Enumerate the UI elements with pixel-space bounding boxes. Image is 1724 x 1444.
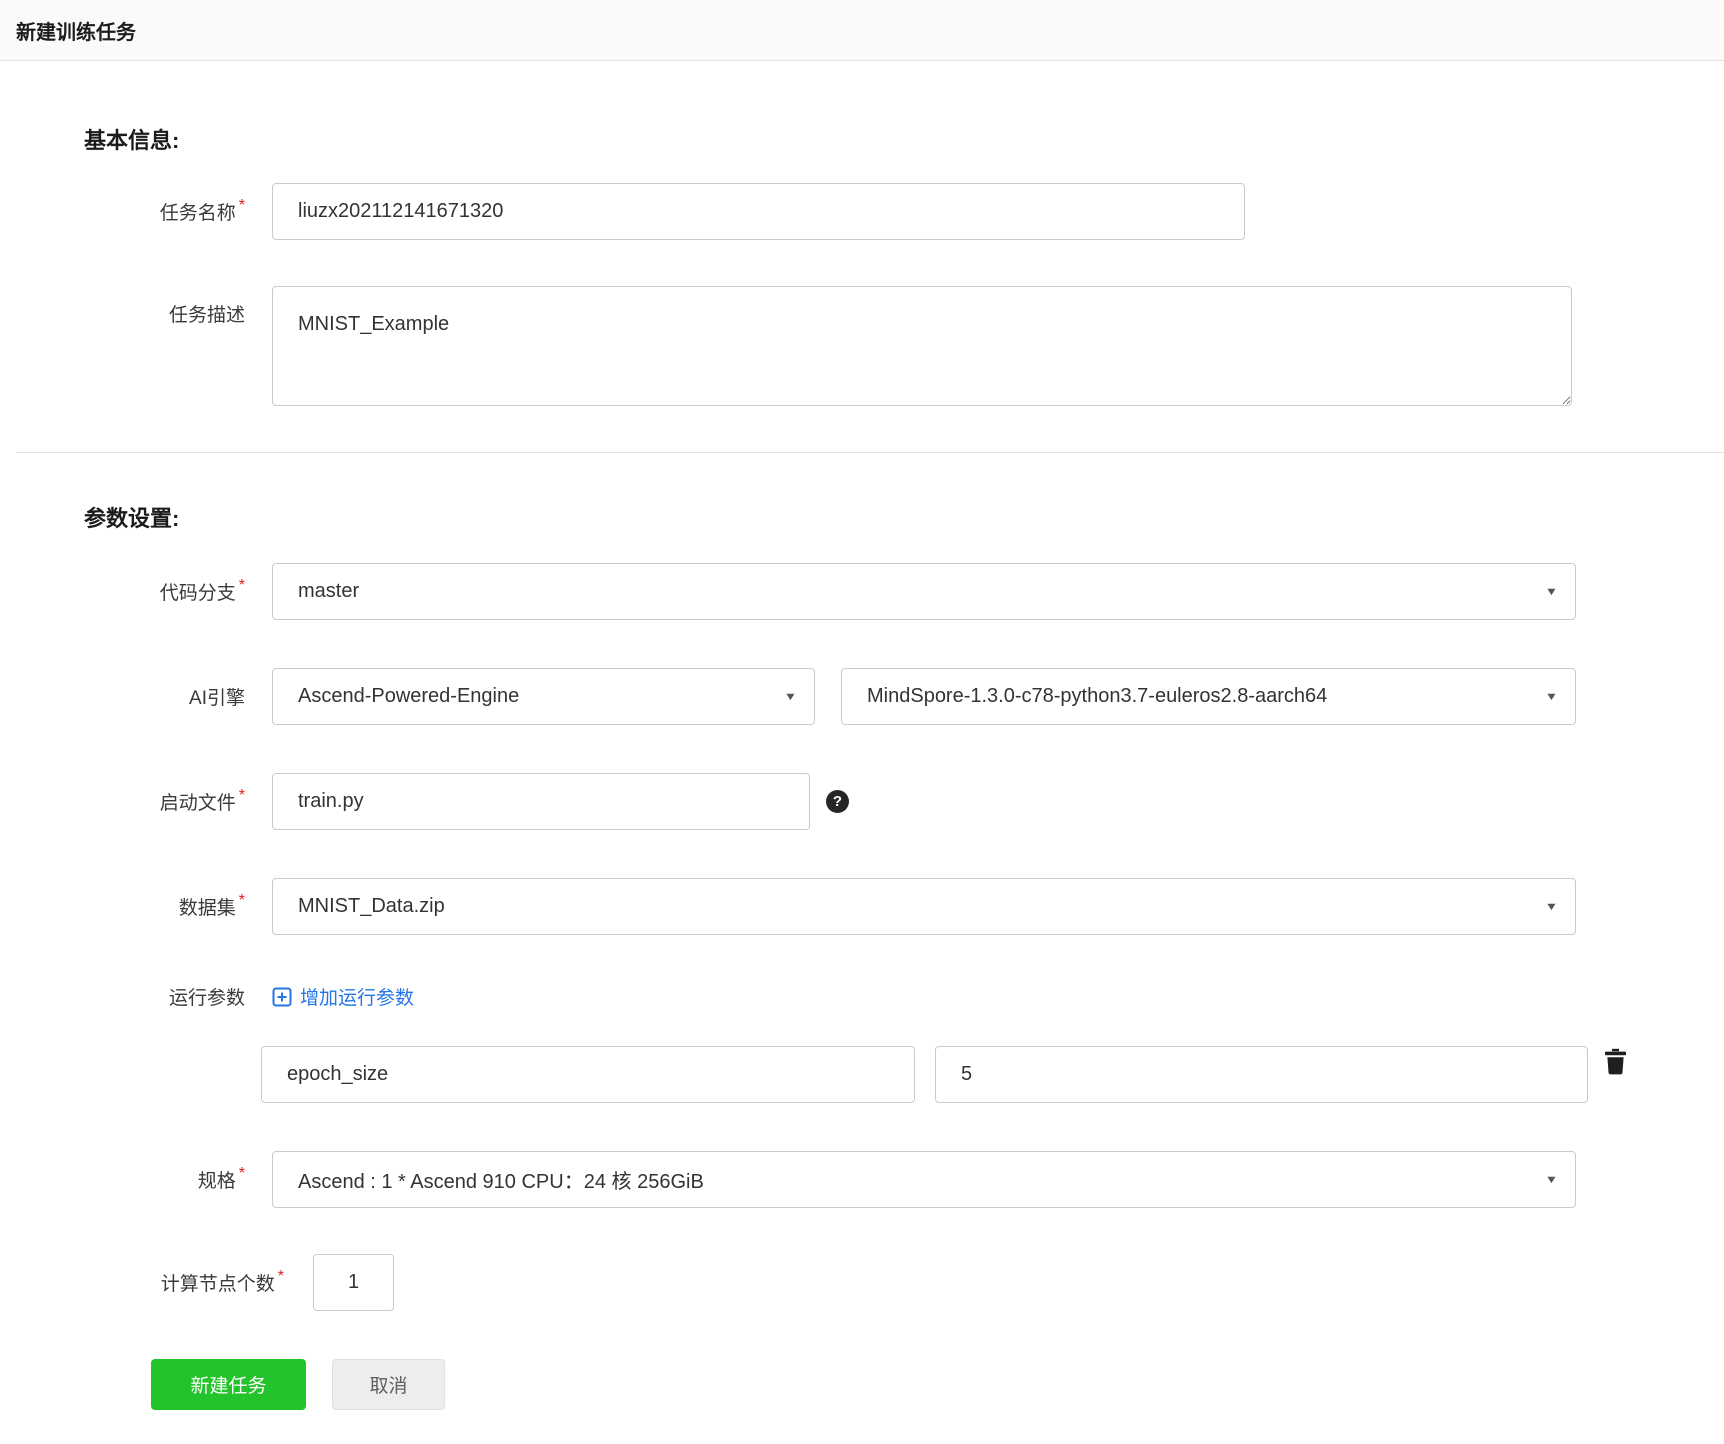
- dataset-select[interactable]: MNIST_Data.zip ▼: [272, 878, 1576, 935]
- required-asterisk: *: [238, 787, 245, 804]
- spec-row: 规格 * Ascend : 1 * Ascend 910 CPU：24 核 256…: [84, 1151, 1724, 1208]
- ai-engine-row: AI引擎 Ascend-Powered-Engine ▼ MindSpore-1…: [84, 668, 1724, 725]
- submit-button[interactable]: 新建任务: [151, 1359, 306, 1410]
- form-content: 基本信息: 任务名称* 任务描述 MNIST_Example 参数设置: 代码分…: [0, 123, 1724, 1440]
- node-count-row: 计算节点个数 *: [84, 1254, 1724, 1311]
- trash-icon: [1604, 1048, 1627, 1078]
- required-asterisk: *: [238, 1165, 245, 1182]
- required-asterisk: *: [238, 197, 245, 214]
- chevron-down-icon: ▼: [1544, 690, 1559, 703]
- node-count-input[interactable]: [313, 1254, 394, 1311]
- engine-version-value: MindSpore-1.3.0-c78-python3.7-euleros2.8…: [867, 685, 1328, 707]
- chevron-down-icon: ▼: [1544, 585, 1559, 598]
- section-param-settings: 参数设置:: [84, 506, 180, 531]
- section-basic-info: 基本信息:: [84, 128, 180, 153]
- code-branch-label: 代码分支 *: [159, 577, 245, 605]
- engine-version-select[interactable]: MindSpore-1.3.0-c78-python3.7-euleros2.8…: [841, 668, 1576, 725]
- run-param-key-input[interactable]: [261, 1046, 915, 1103]
- code-branch-row: 代码分支 * master ▼: [84, 563, 1724, 620]
- task-name-row: 任务名称 *: [84, 183, 1724, 240]
- run-param-value-input[interactable]: [935, 1046, 1588, 1103]
- run-params-label: 运行参数: [168, 988, 245, 1009]
- cancel-button[interactable]: 取消: [332, 1359, 445, 1410]
- ai-engine-select[interactable]: Ascend-Powered-Engine ▼: [272, 668, 815, 725]
- boot-file-label: 启动文件 *: [159, 787, 245, 815]
- add-run-param-label: 增加运行参数: [300, 988, 415, 1009]
- dataset-value: MNIST_Data.zip: [298, 895, 445, 917]
- task-desc-textarea[interactable]: MNIST_Example: [272, 286, 1572, 406]
- spec-value: Ascend : 1 * Ascend 910 CPU：24 核 256GiB: [298, 1171, 704, 1193]
- task-name-input[interactable]: [272, 183, 1245, 240]
- help-icon[interactable]: ?: [826, 790, 849, 813]
- ai-engine-value: Ascend-Powered-Engine: [298, 685, 520, 707]
- chevron-down-icon: ▼: [783, 690, 798, 703]
- run-param-item-row: [84, 1046, 1724, 1103]
- dataset-row: 数据集 * MNIST_Data.zip ▼: [84, 878, 1724, 935]
- required-asterisk: *: [238, 577, 245, 594]
- boot-file-row: 启动文件* ?: [84, 773, 1724, 830]
- action-buttons-row: 新建任务 取消: [151, 1359, 1724, 1440]
- page-title: 新建训练任务: [16, 21, 136, 44]
- run-params-row: 运行参数 增加运行参数: [84, 983, 1724, 1010]
- code-branch-select[interactable]: master ▼: [272, 563, 1576, 620]
- dataset-label: 数据集 *: [178, 892, 245, 920]
- chevron-down-icon: ▼: [1544, 1173, 1559, 1186]
- code-branch-value: master: [298, 580, 360, 602]
- section-divider: [16, 452, 1724, 453]
- task-name-label: 任务名称 *: [159, 197, 245, 225]
- boot-file-input[interactable]: [272, 773, 810, 830]
- page-header: 新建训练任务: [0, 0, 1724, 61]
- required-asterisk: *: [277, 1268, 284, 1285]
- ai-engine-label: AI引擎: [189, 688, 245, 709]
- task-desc-label: 任务描述: [168, 305, 245, 326]
- node-count-label: 计算节点个数 *: [160, 1268, 284, 1296]
- chevron-down-icon: ▼: [1544, 900, 1559, 913]
- spec-select[interactable]: Ascend : 1 * Ascend 910 CPU：24 核 256GiB …: [272, 1151, 1576, 1208]
- plus-square-icon: [272, 987, 292, 1007]
- required-asterisk: *: [238, 892, 245, 909]
- task-desc-row: 任务描述 MNIST_Example: [84, 286, 1724, 406]
- spec-label: 规格 *: [197, 1165, 245, 1193]
- delete-run-param-button[interactable]: [1604, 1048, 1627, 1075]
- add-run-param-link[interactable]: 增加运行参数: [272, 983, 414, 1010]
